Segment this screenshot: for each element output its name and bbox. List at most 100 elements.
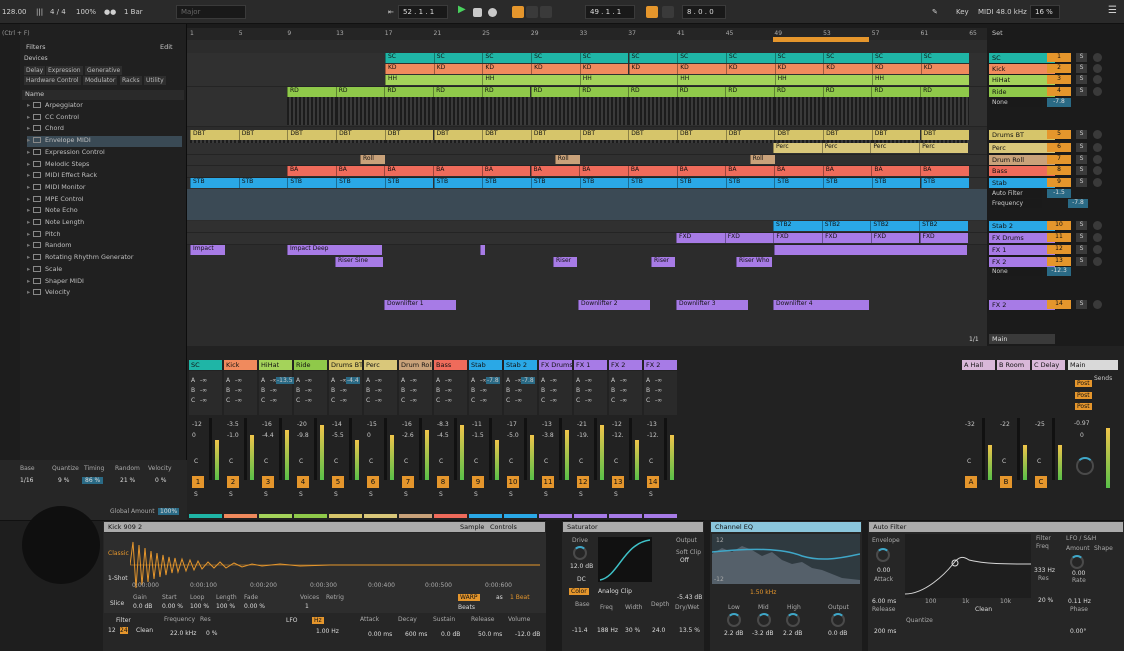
solo-button[interactable]: S	[509, 491, 513, 498]
clip[interactable]: DBT	[482, 130, 531, 140]
clip[interactable]: RD	[774, 87, 823, 97]
capture-button[interactable]	[540, 6, 552, 18]
track-header[interactable]: Kick	[989, 64, 1055, 74]
clip[interactable]: KD	[433, 64, 483, 74]
arm-button[interactable]	[1093, 178, 1102, 187]
return-volume[interactable]: -22	[1000, 421, 1010, 428]
velocity-value[interactable]: 0 %	[155, 477, 166, 484]
solo-button[interactable]: S	[299, 491, 303, 498]
clip[interactable]: KD	[482, 64, 532, 74]
solo-button[interactable]: S	[649, 491, 653, 498]
browser-item[interactable]: ▸ Note Echo	[27, 206, 78, 217]
send-value[interactable]: -∞	[445, 387, 452, 394]
channel-header[interactable]: Drums BT	[329, 360, 362, 370]
track-header[interactable]: FX Drums	[989, 233, 1055, 243]
return-activator[interactable]: A	[965, 476, 977, 488]
af-attack-value[interactable]: 6.00 ms	[872, 598, 896, 605]
solo-button[interactable]: S	[614, 491, 618, 498]
lfo-amount-value[interactable]: 0.00	[1072, 570, 1085, 577]
clip[interactable]: BA	[481, 166, 531, 176]
lfo-rate-value[interactable]: 0.11 Hz	[1068, 598, 1091, 605]
volume-fader[interactable]	[664, 418, 667, 480]
tempo-display[interactable]: 128.00	[2, 8, 27, 16]
solo-button[interactable]: S	[334, 491, 338, 498]
main-channel-header[interactable]: Main	[1068, 360, 1118, 370]
browser-item[interactable]: ▸ CC Control	[27, 113, 79, 124]
tap-tempo-icon[interactable]: |||	[36, 8, 43, 16]
clip[interactable]: Roll	[749, 155, 775, 164]
menu-icon[interactable]: ☰	[1108, 5, 1117, 16]
track-volume[interactable]: -12.3	[1047, 267, 1071, 276]
clip[interactable]: BA	[871, 166, 921, 176]
track-activator[interactable]: 4	[297, 476, 309, 488]
track-number[interactable]: 11	[1047, 233, 1071, 242]
clip[interactable]: SC	[433, 53, 483, 63]
track-activator[interactable]: 1	[192, 476, 204, 488]
channel-volume[interactable]: -12	[612, 421, 622, 428]
key-map-button[interactable]: Key	[956, 8, 969, 16]
af-freq-value[interactable]: 333 Hz	[1034, 567, 1055, 574]
clip[interactable]: BA	[676, 166, 726, 176]
fx-clip[interactable]: Riser	[651, 257, 675, 267]
channel-header[interactable]: FX 2	[644, 360, 677, 370]
clip[interactable]: DBT	[628, 130, 677, 140]
clip[interactable]: STB	[725, 178, 775, 188]
eq-low-knob[interactable]	[727, 613, 741, 627]
channel-volume[interactable]: -13	[647, 421, 657, 428]
channel-header[interactable]: Perc	[364, 360, 397, 370]
time-signature[interactable]: 4 / 4	[50, 8, 66, 16]
send-active[interactable]: -7.8	[486, 377, 500, 384]
sustain-value[interactable]: 0.0 dB	[441, 631, 460, 638]
send-value[interactable]: -∞	[200, 377, 207, 384]
start-value[interactable]: 0.00 %	[162, 603, 183, 610]
drywet-value[interactable]: 13.5 %	[679, 627, 700, 634]
arrangement-position[interactable]: 52 . 1 . 1	[398, 5, 448, 19]
clip[interactable]: DBT	[823, 130, 872, 140]
dc-button[interactable]: DC	[577, 576, 586, 583]
track-activator[interactable]: 6	[367, 476, 379, 488]
browser-item[interactable]: ▸ Pitch	[27, 230, 61, 241]
eq-high-value[interactable]: 2.2 dB	[783, 630, 802, 637]
loop-brace[interactable]	[773, 37, 869, 42]
automation-arm-button[interactable]	[512, 6, 524, 18]
arm-button[interactable]	[1093, 75, 1102, 84]
channel-header[interactable]: FX 1	[574, 360, 607, 370]
channel-pan[interactable]: -12.	[647, 432, 659, 439]
tag-utility[interactable]: Utility	[144, 76, 166, 85]
solo-button[interactable]: S	[1076, 155, 1087, 164]
send-value[interactable]: -∞	[305, 377, 312, 384]
filter-type[interactable]: Clean	[136, 627, 153, 634]
filter-24[interactable]: 24	[120, 627, 128, 634]
voices-value[interactable]: 1	[305, 603, 309, 610]
send-value[interactable]: -∞	[375, 387, 382, 394]
post-button[interactable]: Post	[1075, 380, 1092, 387]
channel-header[interactable]: Bass	[434, 360, 467, 370]
clip[interactable]: KD	[677, 64, 726, 74]
af-release-value[interactable]: 200 ms	[874, 628, 896, 635]
tag-hardware-control[interactable]: Hardware Control	[24, 76, 81, 85]
channel-volume[interactable]: -8.3	[437, 421, 449, 428]
track-activator[interactable]: 5	[332, 476, 344, 488]
random-value[interactable]: 21 %	[120, 477, 135, 484]
track-activator[interactable]: 7	[402, 476, 414, 488]
solo-button[interactable]: S	[229, 491, 233, 498]
send-value[interactable]: -∞	[305, 397, 312, 404]
timing-value[interactable]: 86 %	[82, 477, 104, 484]
eq-low-value[interactable]: 2.2 dB	[724, 630, 743, 637]
saturator-header[interactable]: Saturator	[563, 522, 703, 532]
send-value[interactable]: -∞	[235, 387, 242, 394]
channel-pan[interactable]: -1.0	[227, 432, 239, 439]
return-activator[interactable]: B	[1000, 476, 1012, 488]
send-value[interactable]: -∞	[270, 397, 277, 404]
clip[interactable]: STB	[433, 178, 483, 188]
send-value[interactable]: -∞	[410, 377, 417, 384]
cue-c[interactable]: C	[509, 458, 513, 465]
channel-pan[interactable]: -4.5	[437, 432, 449, 439]
browser-item[interactable]: ▸ Envelope MIDI	[27, 136, 182, 148]
fx-clip[interactable]: Downlifter 3	[676, 300, 748, 310]
track-activator[interactable]: 11	[542, 476, 554, 488]
frequency-value[interactable]: 22.0 kHz	[170, 630, 196, 637]
clip[interactable]: RD	[481, 87, 531, 97]
volume-fader[interactable]	[419, 418, 422, 480]
quantize-select[interactable]: 1 Bar	[124, 8, 143, 16]
